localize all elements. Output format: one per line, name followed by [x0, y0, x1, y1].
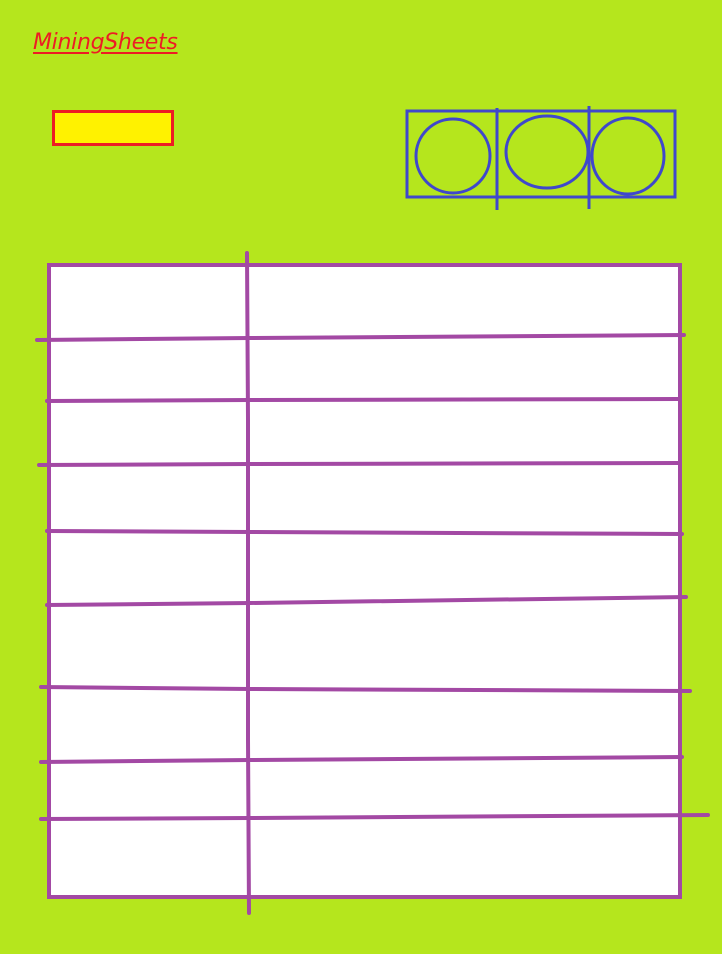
table-row[interactable] [51, 690, 678, 759]
table-row[interactable] [51, 402, 678, 463]
table-row[interactable] [51, 340, 678, 400]
table-row[interactable] [51, 762, 678, 817]
table-row[interactable] [51, 606, 678, 688]
table-rows [51, 267, 678, 895]
circle-icon-1[interactable] [414, 117, 492, 195]
table-row[interactable] [51, 267, 678, 337]
table-row[interactable] [51, 466, 678, 532]
circle-icon-3[interactable] [590, 116, 666, 196]
circle-icon-2[interactable] [504, 114, 590, 190]
sketch-canvas [35, 106, 710, 915]
table-row-divider [37, 461, 680, 467]
table-row[interactable] [51, 820, 678, 895]
icon-group-frame [405, 109, 677, 199]
icon-button-group[interactable] [405, 106, 677, 210]
table-row[interactable] [51, 534, 678, 602]
